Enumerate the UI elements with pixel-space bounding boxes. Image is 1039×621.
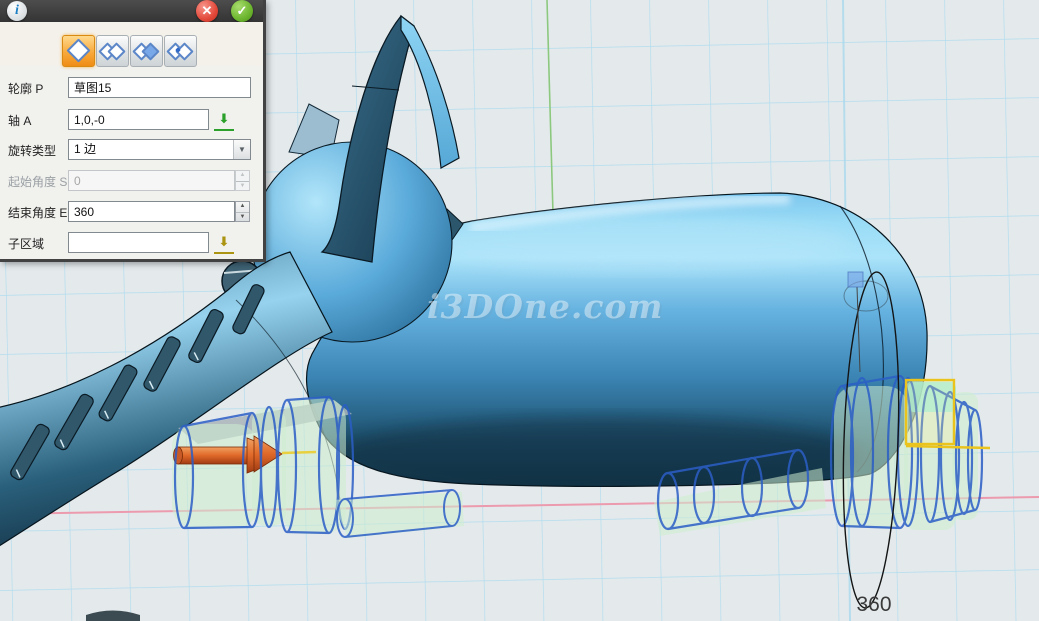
- cad-application-window: i3DOne.com i3DOne.com: [0, 0, 1039, 621]
- start-angle-input: [68, 170, 235, 191]
- spin-down-icon[interactable]: ▼: [236, 212, 249, 223]
- end-angle-spinner[interactable]: ▲ ▼: [235, 201, 250, 222]
- profile-label: 轮廓 P: [8, 80, 43, 97]
- revolve-mode-filled-pair-button[interactable]: [130, 35, 163, 67]
- subregion-label: 子区域: [8, 235, 44, 252]
- subregion-input[interactable]: [68, 232, 209, 253]
- cancel-button[interactable]: ✕: [196, 0, 218, 22]
- revolve-dialog: i ✕ ✓ 轮廓 P: [0, 0, 266, 262]
- ok-button[interactable]: ✓: [231, 0, 253, 22]
- end-angle-input[interactable]: [68, 201, 235, 222]
- spin-down-icon: ▼: [236, 181, 249, 192]
- angle-drag-handle[interactable]: [848, 272, 863, 287]
- spin-up-icon[interactable]: ▲: [236, 202, 249, 212]
- dialog-titlebar[interactable]: i ✕ ✓: [0, 0, 263, 22]
- field-row-start-angle: 起始角度 S ▲ ▼: [0, 170, 263, 191]
- start-angle-label: 起始角度 S: [8, 173, 67, 190]
- revolve-mode-dot-pair-button[interactable]: [164, 35, 197, 67]
- spin-up-icon: ▲: [236, 171, 249, 181]
- subregion-pick-from-screen-icon[interactable]: ⬇: [214, 233, 234, 254]
- start-angle-spinner: ▲ ▼: [235, 170, 250, 191]
- revolve-type-label: 旋转类型: [8, 142, 56, 159]
- field-row-axis: 轴 A ⬇: [0, 109, 263, 130]
- info-icon: i: [7, 1, 27, 21]
- field-row-profile: 轮廓 P: [0, 77, 263, 98]
- single-diamond-icon: [66, 38, 90, 62]
- field-row-revolve-type: 旋转类型 1 边 ▼: [0, 139, 263, 160]
- mode-toolbar: [0, 22, 263, 66]
- end-angle-label: 结束角度 E: [8, 204, 67, 221]
- field-row-subregion: 子区域 ⬇: [0, 232, 263, 253]
- revolve-mode-two-sides-button[interactable]: [96, 35, 129, 67]
- field-row-end-angle: 结束角度 E ▲ ▼: [0, 201, 263, 222]
- svg-text:i3DOne.com: i3DOne.com: [427, 287, 663, 326]
- axis-label: 轴 A: [8, 112, 31, 129]
- revolve-mode-boss-button[interactable]: [62, 35, 95, 67]
- profile-input[interactable]: [68, 77, 251, 98]
- revolve-type-value: 1 边: [74, 142, 96, 156]
- angle-value-label: 360: [856, 593, 891, 616]
- axis-pick-from-screen-icon[interactable]: ⬇: [214, 110, 234, 131]
- watermark: i3DOne.com i3DOne.com: [427, 287, 665, 328]
- chevron-down-icon[interactable]: ▼: [233, 140, 250, 159]
- revolve-type-combo[interactable]: 1 边 ▼: [68, 139, 251, 160]
- axis-input[interactable]: [68, 109, 209, 130]
